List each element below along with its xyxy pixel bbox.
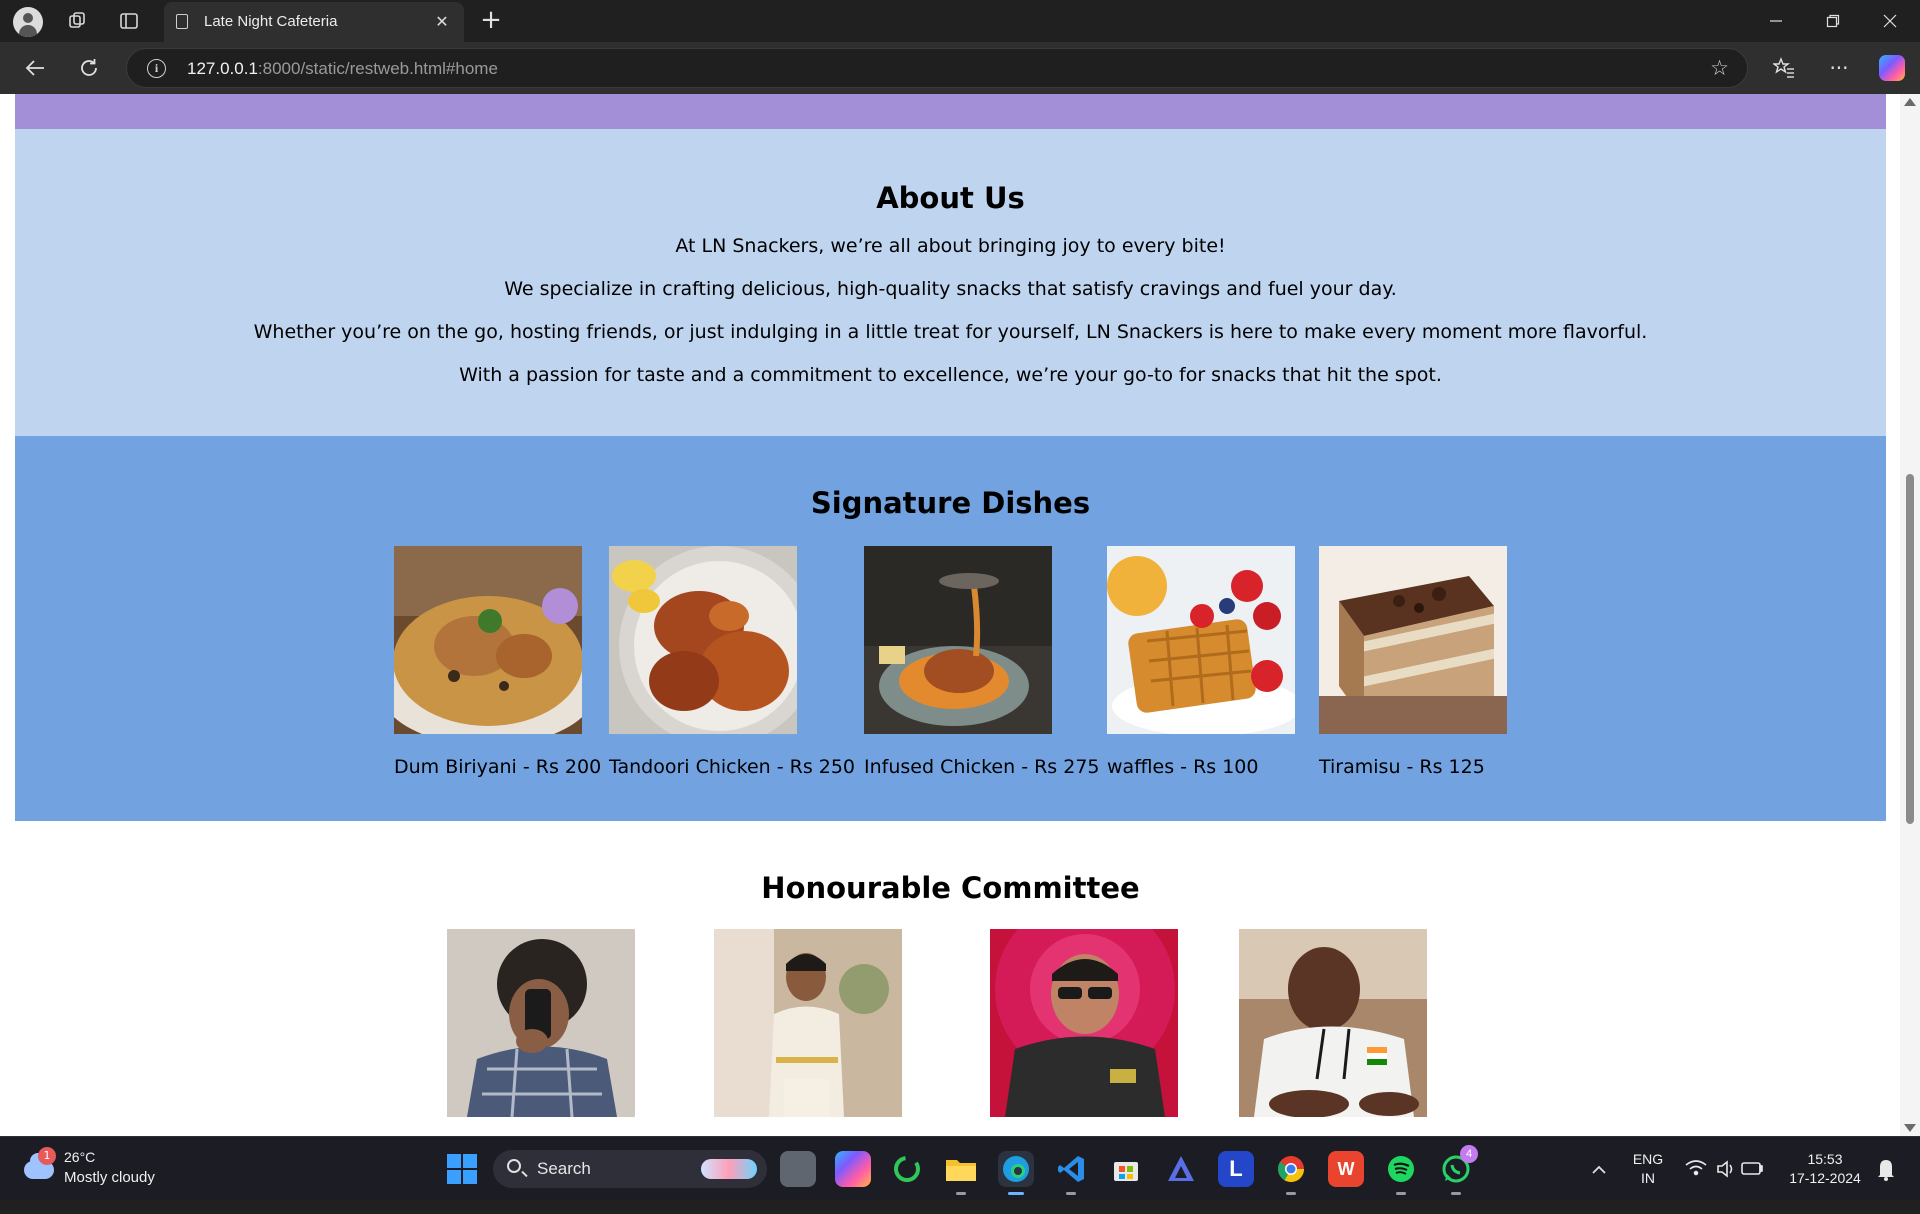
dish-image-biriyani [394, 546, 582, 734]
spotify-icon[interactable] [1383, 1151, 1419, 1195]
taskbar-search[interactable]: Search [493, 1150, 767, 1188]
l-app-icon[interactable]: L [1218, 1151, 1254, 1187]
about-heading: About Us [876, 181, 1025, 215]
weather-widget[interactable]: 1 26°C Mostly cloudy [20, 1147, 180, 1191]
dish-image-tandoori [609, 546, 797, 734]
show-hidden-icons[interactable] [1590, 1137, 1620, 1201]
dish-image-infused-chicken [864, 546, 1052, 734]
notifications-bell-icon[interactable] [1876, 1137, 1906, 1201]
dish-caption: Dum Biriyani - Rs 200 [394, 756, 602, 778]
dish-image-tiramisu [1319, 546, 1507, 734]
close-window-button[interactable] [1870, 8, 1910, 34]
about-paragraph-3: Whether you’re on the go, hosting friend… [253, 321, 1648, 343]
language-indicator[interactable]: ENG IN [1628, 1150, 1668, 1214]
dish-card-biriyani: Dum Biriyani - Rs 200 [394, 546, 601, 778]
browser-tab-bar: Late Night Cafeteria ✕ + [0, 0, 1920, 42]
search-label: Search [537, 1159, 591, 1178]
restore-button[interactable] [1813, 8, 1853, 34]
favorite-star-icon[interactable]: ☆ [1710, 56, 1729, 80]
dishes-heading: Signature Dishes [810, 486, 1091, 520]
whatsapp-badge: 4 [1460, 1145, 1478, 1163]
page-scrollbar[interactable] [1900, 94, 1920, 1136]
dish-card-tandoori: Tandoori Chicken - Rs 250 [609, 546, 855, 778]
about-section: About Us At LN Snackers, we’re all about… [15, 129, 1886, 436]
address-bar[interactable]: i 127.0.0.1:8000/static/restweb.html#hom… [126, 48, 1748, 88]
dish-card-waffles: waffles - Rs 100 [1107, 546, 1295, 778]
refresh-app-icon[interactable] [889, 1151, 925, 1187]
refresh-button[interactable] [72, 52, 106, 84]
site-info-icon[interactable]: i [147, 59, 166, 78]
new-tab-button[interactable]: + [476, 6, 506, 36]
region-code: IN [1641, 1170, 1655, 1186]
start-button[interactable] [447, 1154, 477, 1184]
search-highlight-icon [701, 1159, 757, 1179]
committee-member-photo-2 [714, 929, 902, 1117]
about-paragraph-1: At LN Snackers, we’re all about bringing… [675, 235, 1226, 257]
signature-dishes-section: Signature Dishes Dum Biriyani - Rs 200 T… [15, 436, 1886, 821]
copilot-taskbar-icon[interactable] [835, 1151, 871, 1187]
vertical-tabs-icon[interactable] [115, 8, 143, 34]
dish-card-tiramisu: Tiramisu - Rs 125 [1319, 546, 1507, 778]
language-code: ENG [1632, 1151, 1664, 1167]
scroll-down-arrow-icon[interactable] [1904, 1124, 1916, 1132]
about-paragraph-2: We specialize in crafting delicious, hig… [504, 278, 1397, 300]
dish-card-infused-chicken: Infused Chicken - Rs 275 [864, 546, 1100, 778]
page-icon [176, 14, 188, 29]
tab-title: Late Night Cafeteria [204, 13, 338, 30]
profile-avatar-icon[interactable] [13, 7, 43, 37]
microsoft-store-icon[interactable] [1108, 1151, 1144, 1187]
url-text[interactable]: 127.0.0.1:8000/static/restweb.html#home [187, 59, 498, 79]
arch-app-icon[interactable] [1163, 1151, 1199, 1187]
tab-late-night-cafeteria[interactable]: Late Night Cafeteria ✕ [164, 2, 464, 42]
nav-strip [15, 94, 1886, 129]
copilot-icon[interactable] [1879, 55, 1905, 81]
search-icon [507, 1159, 521, 1173]
dish-caption: Tiramisu - Rs 125 [1319, 756, 1485, 778]
dish-caption: Infused Chicken - Rs 275 [864, 756, 1100, 778]
vscode-icon[interactable] [1053, 1151, 1089, 1195]
weather-condition: Mostly cloudy [64, 1169, 155, 1186]
favorites-icon[interactable] [1769, 54, 1799, 82]
more-options-icon[interactable]: ··· [1824, 54, 1854, 82]
dish-caption: waffles - Rs 100 [1107, 756, 1259, 778]
close-tab-icon[interactable]: ✕ [430, 9, 454, 33]
address-toolbar: i 127.0.0.1:8000/static/restweb.html#hom… [0, 42, 1920, 94]
scroll-up-arrow-icon[interactable] [1904, 98, 1916, 106]
windows-taskbar: 1 26°C Mostly cloudy Search L W 4 ENG IN… [0, 1136, 1920, 1200]
clock-time: 15:53 [1807, 1151, 1843, 1167]
minimize-button[interactable] [1756, 8, 1796, 34]
committee-member-photo-3 [990, 929, 1178, 1117]
scrollbar-thumb[interactable] [1906, 474, 1914, 824]
dish-image-waffles [1107, 546, 1295, 734]
committee-member-photo-4 [1239, 929, 1427, 1117]
edge-browser-icon[interactable] [998, 1151, 1034, 1195]
temperature: 26°C [64, 1149, 96, 1165]
file-explorer-icon[interactable] [943, 1151, 979, 1195]
wps-office-icon[interactable]: W [1328, 1151, 1364, 1187]
chrome-icon[interactable] [1273, 1151, 1309, 1195]
page-viewport: About Us At LN Snackers, we’re all about… [0, 94, 1920, 1136]
workspaces-icon[interactable] [63, 8, 91, 34]
committee-section: Honourable Committee [15, 821, 1886, 1136]
web-page: About Us At LN Snackers, we’re all about… [15, 94, 1886, 1136]
committee-heading: Honourable Committee [761, 871, 1140, 905]
about-paragraph-4: With a passion for taste and a commitmen… [459, 364, 1442, 386]
clock-date: 17-12-2024 [1789, 1170, 1861, 1186]
dish-caption: Tandoori Chicken - Rs 250 [609, 756, 856, 778]
clock[interactable]: 15:53 17-12-2024 [1780, 1150, 1870, 1214]
task-view-icon[interactable] [780, 1151, 816, 1187]
system-tray-icons[interactable] [1682, 1137, 1782, 1201]
committee-member-photo-1 [447, 929, 635, 1117]
weather-badge: 1 [38, 1147, 56, 1165]
back-button[interactable] [18, 52, 52, 84]
